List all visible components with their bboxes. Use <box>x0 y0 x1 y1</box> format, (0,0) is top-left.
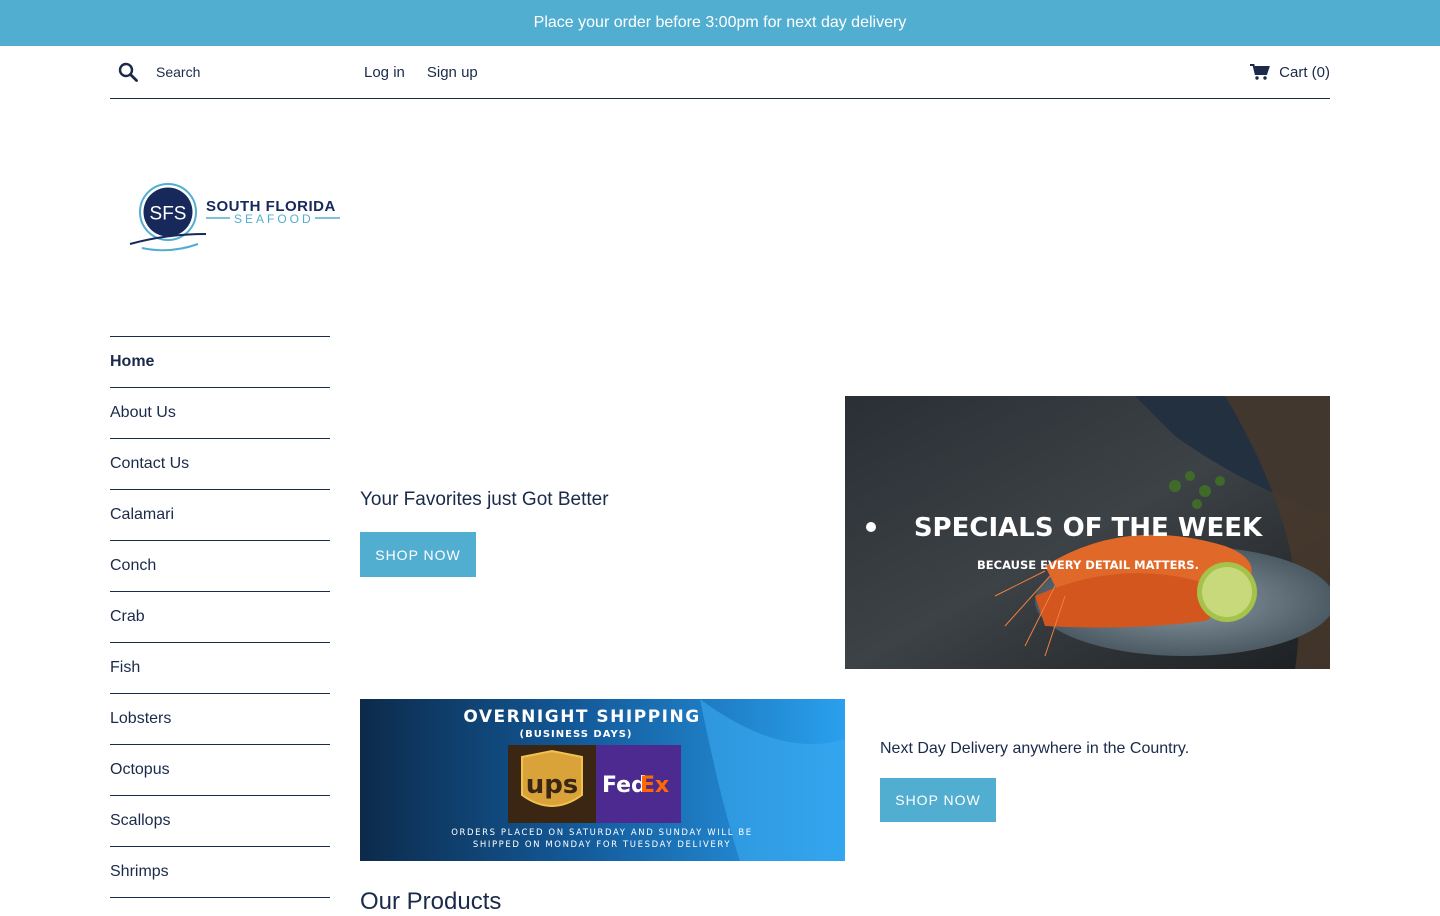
login-link[interactable]: Log in <box>364 64 405 81</box>
fedex-logo-part2: Ex <box>640 773 669 798</box>
specials-subtitle: BECAUSE EVERY DETAIL MATTERS. <box>977 558 1199 572</box>
nav-item-scallops: Scallops <box>110 796 330 847</box>
products-heading: Our Products <box>360 888 502 915</box>
shipping-note-line2: SHIPPED ON MONDAY FOR TUESDAY DELIVERY <box>473 840 731 850</box>
specials-banner[interactable]: SPECIALS OF THE WEEK BECAUSE EVERY DETAI… <box>845 396 1330 669</box>
shipping-banner[interactable]: OVERNIGHT SHIPPING (BUSINESS DAYS) ups F… <box>360 699 845 861</box>
nav-link-fish[interactable]: Fish <box>110 659 140 677</box>
top-bar: Log in Sign up Cart (0) <box>110 46 1330 99</box>
nav-item-about-us: About Us <box>110 388 330 439</box>
signup-link[interactable]: Sign up <box>427 64 478 81</box>
nav-link-contact-us[interactable]: Contact Us <box>110 455 189 473</box>
nav-item-contact-us: Contact Us <box>110 439 330 490</box>
announcement-bar: Place your order before 3:00pm for next … <box>0 0 1440 46</box>
promo2-text: Next Day Delivery anywhere in the Countr… <box>880 740 1190 757</box>
nav-item-crab: Crab <box>110 592 330 643</box>
shipping-title: OVERNIGHT SHIPPING <box>463 707 700 727</box>
nav-link-scallops[interactable]: Scallops <box>110 812 170 830</box>
nav-link-crab[interactable]: Crab <box>110 608 145 626</box>
cart-icon <box>1250 64 1271 80</box>
cart-link[interactable]: Cart (0) <box>1250 64 1330 81</box>
nav-link-calamari[interactable]: Calamari <box>110 506 174 524</box>
nav-item-lobsters: Lobsters <box>110 694 330 745</box>
announcement-text: Place your order before 3:00pm for next … <box>533 14 907 31</box>
nav-item-calamari: Calamari <box>110 490 330 541</box>
search-input[interactable] <box>154 63 348 81</box>
promo1-text: Your Favorites just Got Better <box>360 489 609 510</box>
cart-label: Cart (0) <box>1279 63 1330 81</box>
nav-link-conch[interactable]: Conch <box>110 557 156 575</box>
nav-item-home: Home <box>110 337 330 388</box>
site-logo[interactable]: SFS SOUTH FLORIDA SEAFOOD <box>128 176 343 256</box>
logo-line2: SEAFOOD <box>234 212 314 226</box>
nav-item-octopus: Octopus <box>110 745 330 796</box>
shipping-subtitle: (BUSINESS DAYS) <box>520 729 633 740</box>
logo-monogram: SFS <box>150 204 187 225</box>
slide-dot[interactable] <box>866 522 876 532</box>
nav-item-shrimps: Shrimps <box>110 847 330 898</box>
promo1-shop-now-button[interactable]: SHOP NOW <box>360 532 476 577</box>
nav-link-lobsters[interactable]: Lobsters <box>110 710 171 728</box>
promo2-shop-now-button[interactable]: SHOP NOW <box>880 778 996 822</box>
specials-title: SPECIALS OF THE WEEK <box>914 513 1263 543</box>
nav-item-conch: Conch <box>110 541 330 592</box>
nav-link-shrimps[interactable]: Shrimps <box>110 863 169 881</box>
sidebar-nav: Home About Us Contact Us Calamari Conch … <box>110 336 330 898</box>
nav-link-about-us[interactable]: About Us <box>110 404 176 422</box>
search-icon[interactable] <box>112 56 144 88</box>
nav-link-home[interactable]: Home <box>110 353 154 371</box>
ups-logo: ups <box>526 770 579 800</box>
nav-link-octopus[interactable]: Octopus <box>110 761 170 779</box>
shipping-note-line1: ORDERS PLACED ON SATURDAY AND SUNDAY WIL… <box>451 828 753 838</box>
nav-item-fish: Fish <box>110 643 330 694</box>
